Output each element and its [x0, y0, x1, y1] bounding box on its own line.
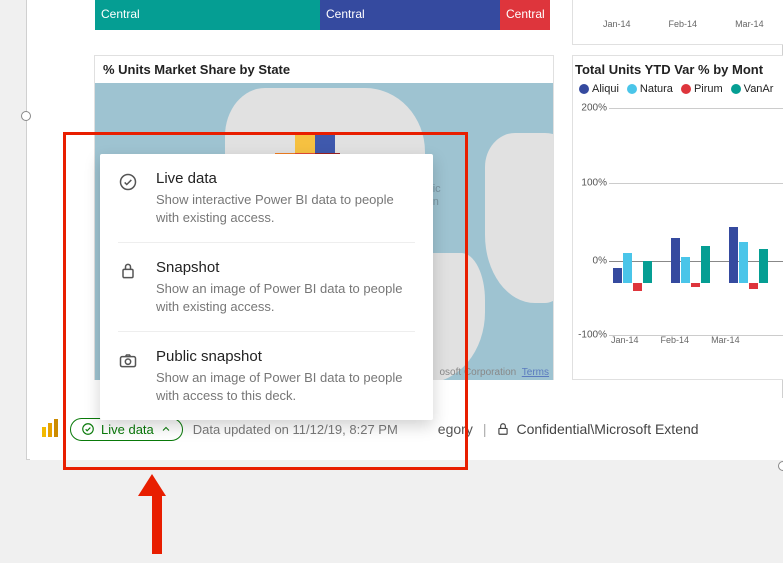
- chart2-legend: Aliqui Natura Pirum VanAr: [573, 83, 783, 95]
- map-terms-link[interactable]: Terms: [522, 367, 549, 378]
- lock-icon: [118, 261, 140, 315]
- menu-item-snapshot[interactable]: Snapshot Show an image of Power BI data …: [118, 242, 415, 331]
- top-legend-bars: Central Central Central: [95, 0, 555, 30]
- map-title: % Units Market Share by State: [95, 56, 553, 83]
- chart2-xaxis: Jan-14 Feb-14 Mar-14: [611, 335, 740, 345]
- powerbi-icon: [40, 419, 60, 439]
- region-bar-b: Central: [320, 0, 500, 30]
- menu-item-live-data[interactable]: Live data Show interactive Power BI data…: [100, 154, 433, 242]
- camera-icon: [118, 350, 140, 404]
- check-circle-icon: [81, 422, 95, 436]
- chart1-xaxis: Jan-14 Feb-14 Mar-14: [603, 19, 764, 29]
- resize-handle-left[interactable]: [21, 111, 31, 121]
- menu-item-title: Live data: [156, 170, 415, 187]
- data-updated-text: Data updated on 11/12/19, 8:27 PM: [193, 422, 398, 437]
- chart1-card: 0 Jan-14 Feb-14 Mar-14: [572, 0, 783, 45]
- menu-item-public-snapshot[interactable]: Public snapshot Show an image of Power B…: [118, 331, 415, 420]
- menu-item-desc: Show an image of Power BI data to people…: [156, 280, 415, 315]
- menu-item-desc: Show interactive Power BI data to people…: [156, 191, 415, 226]
- chart2-plot: 200% 100% 0% -100% Jan-14 Feb-14 Mar-14: [573, 103, 783, 353]
- legend-vanar[interactable]: VanAr: [731, 83, 774, 95]
- filter-tail-text: egory: [438, 421, 473, 437]
- legend-natura[interactable]: Natura: [627, 83, 673, 95]
- menu-item-title: Public snapshot: [156, 348, 415, 365]
- region-bar-a: Central: [95, 0, 320, 30]
- resize-handle-right[interactable]: [778, 461, 783, 471]
- menu-item-desc: Show an image of Power BI data to people…: [156, 369, 415, 404]
- map-attribution: osoft Corporation Terms: [439, 367, 549, 378]
- region-bar-c: Central: [500, 0, 550, 30]
- embed-mode-menu: Live data Show interactive Power BI data…: [100, 154, 433, 420]
- lock-icon: [496, 422, 510, 436]
- menu-item-title: Snapshot: [156, 259, 415, 276]
- chart2-card[interactable]: Total Units YTD Var % by Mont Aliqui Nat…: [572, 55, 783, 380]
- separator: |: [483, 421, 487, 437]
- legend-pirum[interactable]: Pirum: [681, 83, 723, 95]
- check-circle-icon: [118, 172, 140, 226]
- live-data-dropdown-button[interactable]: Live data: [70, 418, 183, 441]
- chevron-up-icon: [160, 423, 172, 435]
- annotation-arrow: [147, 474, 166, 554]
- chart2-title: Total Units YTD Var % by Mont: [573, 56, 783, 83]
- sensitivity-label[interactable]: Confidential\Microsoft Extend: [496, 421, 698, 437]
- legend-aliqui[interactable]: Aliqui: [579, 83, 619, 95]
